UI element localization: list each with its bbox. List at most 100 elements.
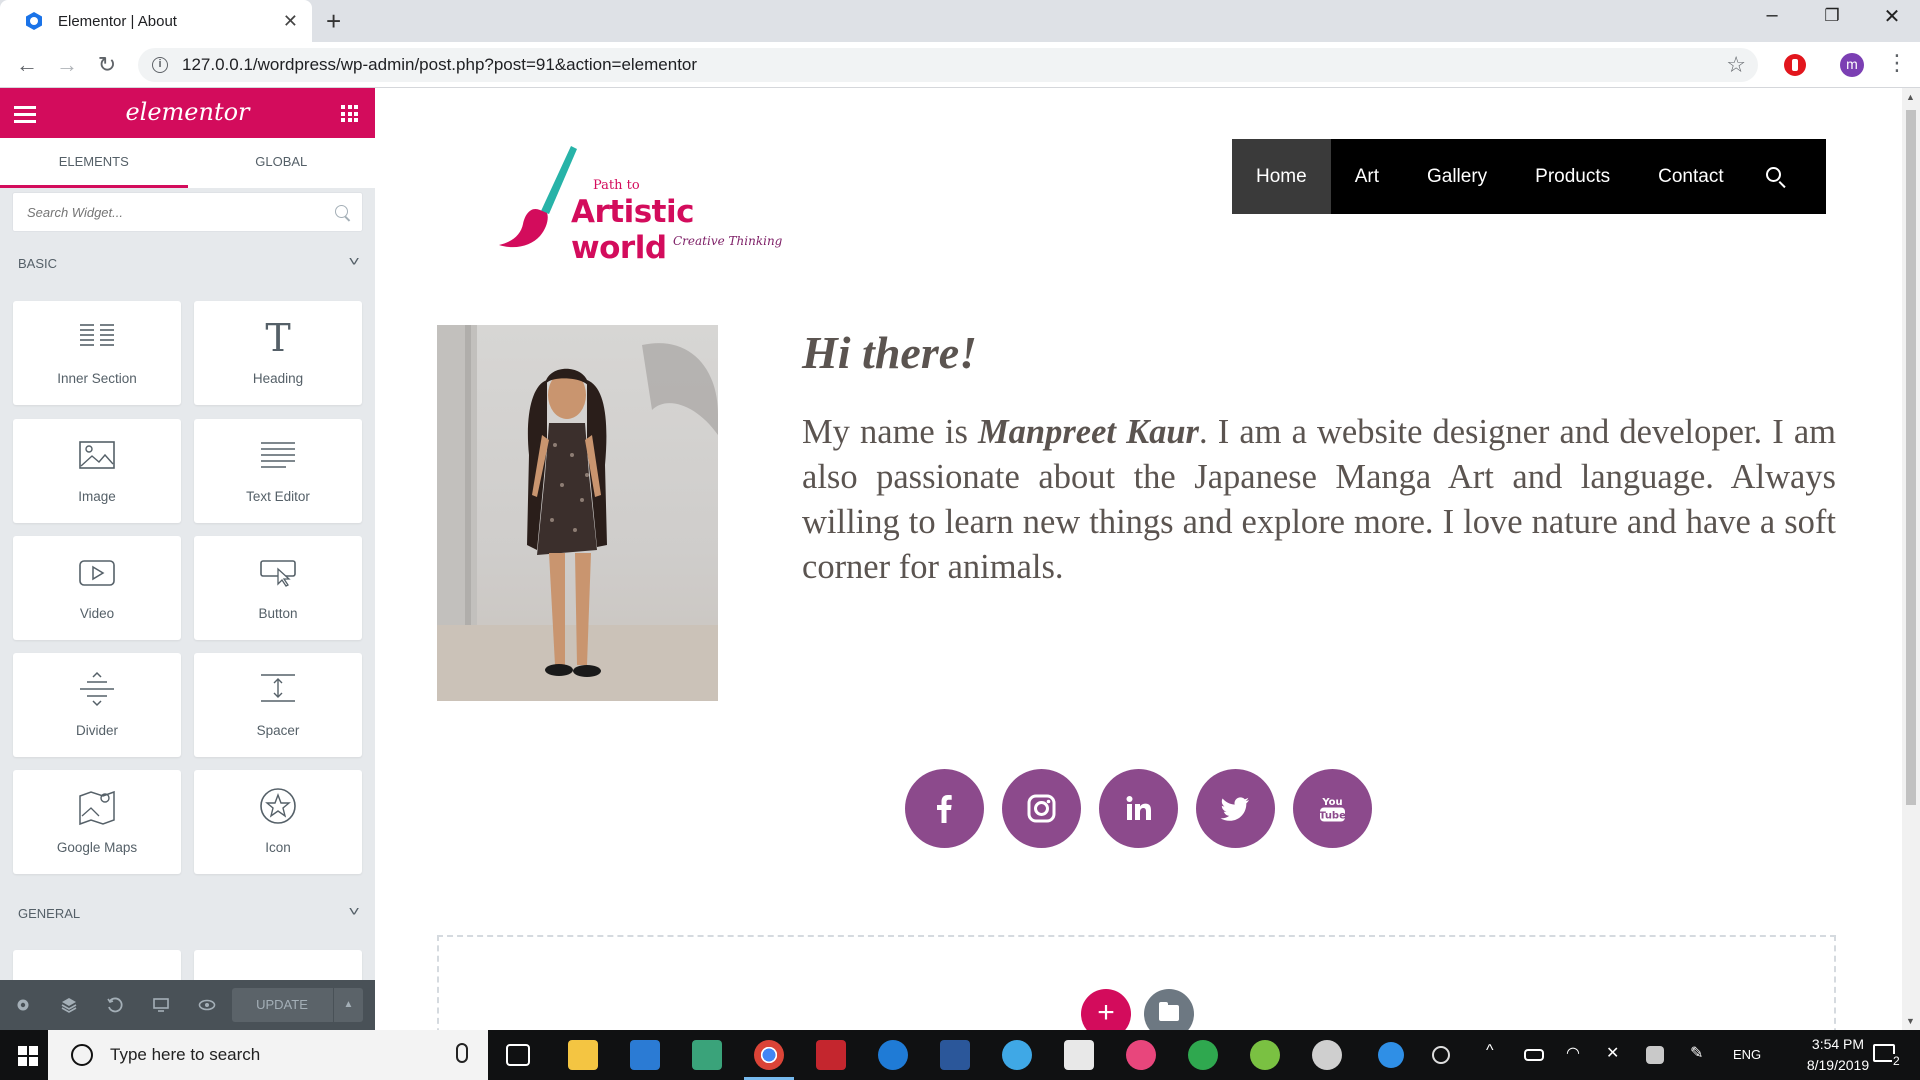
back-icon[interactable]: ← xyxy=(12,52,42,78)
widget-icon[interactable]: Icon xyxy=(194,770,362,874)
chrome-icon[interactable] xyxy=(744,1040,794,1080)
logo-brand: Artistic world xyxy=(571,194,695,266)
window-close-icon[interactable]: ✕ xyxy=(1872,4,1912,29)
page-scrollbar[interactable]: ▲ ▼ xyxy=(1902,88,1920,1030)
extension-icon[interactable] xyxy=(1784,54,1806,76)
wifi-icon[interactable]: ◠ xyxy=(1566,1043,1596,1073)
widget-divider[interactable]: Divider xyxy=(13,653,181,757)
nav-art[interactable]: Art xyxy=(1331,139,1403,214)
photos-app-icon[interactable] xyxy=(692,1040,722,1070)
update-button[interactable]: UPDATE ▲ xyxy=(232,988,363,1022)
file-explorer-icon[interactable] xyxy=(568,1040,598,1070)
site-info-icon[interactable]: i xyxy=(152,57,168,73)
bookmark-star-icon[interactable]: ☆ xyxy=(1726,52,1746,78)
internet-explorer-icon[interactable] xyxy=(1002,1040,1032,1070)
nav-search-button[interactable] xyxy=(1748,139,1808,214)
task-view-icon[interactable] xyxy=(506,1044,530,1066)
people-icon[interactable] xyxy=(1432,1046,1450,1064)
twitter-button[interactable] xyxy=(1196,769,1275,848)
widget-spacer[interactable]: Spacer xyxy=(194,653,362,757)
browser-tab[interactable]: Elementor | About ✕ xyxy=(0,0,312,42)
tab-close-icon[interactable]: ✕ xyxy=(283,11,298,32)
language-indicator[interactable]: ENG xyxy=(1733,1047,1761,1062)
microsoft-store-icon[interactable] xyxy=(630,1040,660,1070)
caret-up-icon[interactable]: ▲ xyxy=(333,988,363,1022)
instagram-button[interactable] xyxy=(1002,769,1081,848)
site-logo[interactable]: Path to Artistic world Creative Thinking xyxy=(485,144,785,266)
instagram-icon xyxy=(1027,794,1056,823)
url-text[interactable]: 127.0.0.1/wordpress/wp-admin/post.php?po… xyxy=(182,55,1726,75)
widget-google-maps[interactable]: Google Maps xyxy=(13,770,181,874)
add-section-dropzone[interactable] xyxy=(437,935,1836,1030)
mail-icon[interactable] xyxy=(1064,1040,1094,1070)
profile-avatar[interactable]: m xyxy=(1840,53,1864,77)
volume-muted-icon[interactable]: ✕ xyxy=(1606,1043,1636,1073)
widget-heading[interactable]: T Heading xyxy=(194,301,362,405)
windows-start-icon[interactable] xyxy=(18,1046,38,1066)
history-icon[interactable] xyxy=(106,996,124,1014)
widget-image[interactable]: Image xyxy=(13,419,181,523)
scroll-thumb[interactable] xyxy=(1906,110,1916,805)
scroll-down-arrow-icon[interactable]: ▼ xyxy=(1906,1016,1915,1026)
widgets-grid-icon[interactable] xyxy=(341,105,358,122)
address-bar[interactable]: i 127.0.0.1/wordpress/wp-admin/post.php?… xyxy=(138,48,1758,82)
tab-global[interactable]: GLOBAL xyxy=(188,138,376,188)
svg-text:Tube: Tube xyxy=(1319,811,1346,822)
star-icon xyxy=(260,788,296,824)
youtube-button[interactable]: You Tube xyxy=(1293,769,1372,848)
preview-eye-icon[interactable] xyxy=(198,996,216,1014)
profile-photo[interactable] xyxy=(437,325,718,701)
word-icon[interactable] xyxy=(940,1040,970,1070)
facebook-button[interactable] xyxy=(905,769,984,848)
category-basic[interactable]: BASIC ˅ xyxy=(18,253,360,271)
nav-contact[interactable]: Contact xyxy=(1634,139,1747,214)
browser-menu-icon[interactable]: ⋮ xyxy=(1886,50,1908,76)
widget-search-input[interactable] xyxy=(27,193,327,231)
nav-home[interactable]: Home xyxy=(1232,139,1331,214)
widget-text-editor[interactable]: Text Editor xyxy=(194,419,362,523)
globe-app-icon[interactable] xyxy=(1188,1040,1218,1070)
dropbox-icon[interactable] xyxy=(1646,1046,1664,1064)
linkedin-button[interactable] xyxy=(1099,769,1178,848)
chevron-up-icon[interactable]: ^ xyxy=(1486,1042,1516,1072)
tab-title: Elementor | About xyxy=(58,12,177,30)
notification-count: 2 xyxy=(1892,1054,1901,1068)
settings-icon[interactable] xyxy=(1312,1040,1342,1070)
pen-icon[interactable]: ✎ xyxy=(1690,1043,1720,1073)
widget-video[interactable]: Video xyxy=(13,536,181,640)
restore-icon[interactable]: ❐ xyxy=(1812,6,1852,26)
microphone-icon[interactable] xyxy=(456,1043,468,1063)
taskbar-search-box[interactable]: Type here to search xyxy=(48,1030,488,1080)
help-icon[interactable] xyxy=(1378,1042,1404,1068)
scroll-up-arrow-icon[interactable]: ▲ xyxy=(1906,92,1915,102)
new-tab-icon[interactable]: + xyxy=(326,8,341,34)
reload-icon[interactable]: ↻ xyxy=(92,52,122,78)
minimize-icon[interactable]: – xyxy=(1752,4,1792,27)
site-navigation: Home Art Gallery Products Contact xyxy=(1232,139,1826,214)
navigator-layers-icon[interactable] xyxy=(60,996,78,1014)
divider-icon xyxy=(80,671,114,707)
cortana-icon xyxy=(71,1044,93,1066)
responsive-desktop-icon[interactable] xyxy=(152,996,170,1014)
widget-label: Video xyxy=(79,606,115,621)
nav-products[interactable]: Products xyxy=(1511,139,1634,214)
youtube-icon: You Tube xyxy=(1319,797,1346,822)
settings-gear-icon[interactable] xyxy=(14,996,32,1014)
acrobat-icon[interactable] xyxy=(816,1040,846,1070)
category-general[interactable]: GENERAL ˅ xyxy=(18,903,360,921)
widget-label: Image xyxy=(78,489,116,504)
elementor-panel: elementor ELEMENTS GLOBAL BASIC ˅ Inner … xyxy=(0,88,375,1030)
clock[interactable]: 3:54 PM 8/19/2019 xyxy=(1798,1034,1878,1076)
widget-inner-section[interactable]: Inner Section xyxy=(13,301,181,405)
forward-icon[interactable]: → xyxy=(52,52,82,78)
widget-search[interactable] xyxy=(12,192,363,232)
itunes-icon[interactable] xyxy=(1126,1040,1156,1070)
elementor-logo: elementor xyxy=(125,98,250,126)
widget-button[interactable]: Button xyxy=(194,536,362,640)
tab-elements[interactable]: ELEMENTS xyxy=(0,138,188,188)
battery-icon[interactable] xyxy=(1524,1049,1544,1061)
green-app-icon[interactable] xyxy=(1250,1040,1280,1070)
nav-gallery[interactable]: Gallery xyxy=(1403,139,1511,214)
edge-icon[interactable] xyxy=(878,1040,908,1070)
image-icon xyxy=(79,441,115,469)
